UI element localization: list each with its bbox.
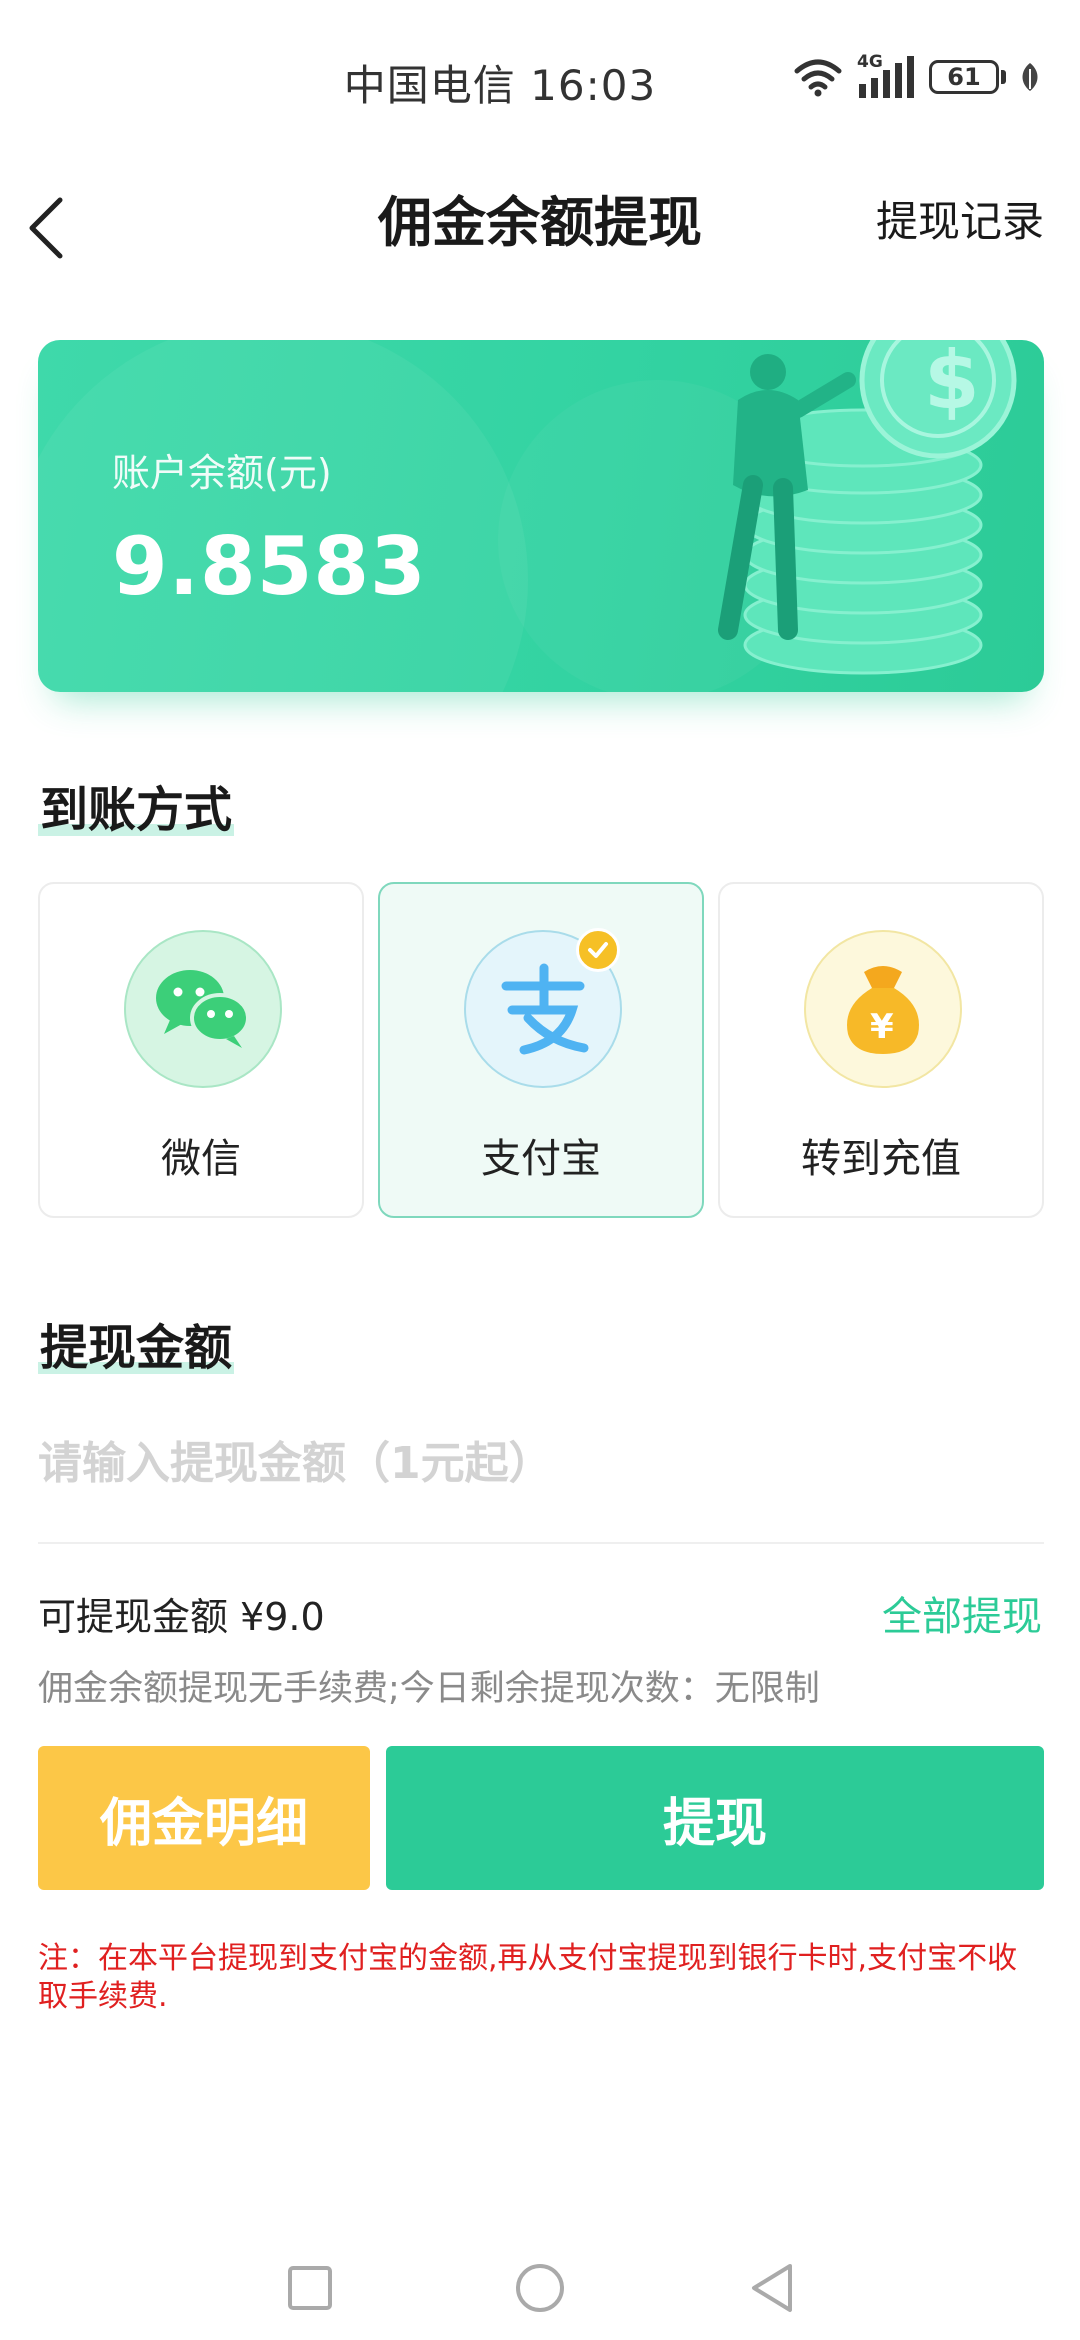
svg-text:$: $ xyxy=(924,340,980,427)
battery-level: 61 xyxy=(947,63,981,91)
status-icons: 4G 61 xyxy=(793,52,1040,100)
balance-card: $ 账户余额(元) 9.8583 xyxy=(38,340,1044,692)
methods-title: 到账方式 xyxy=(38,770,235,840)
withdraw-all-link[interactable]: 全部提现 xyxy=(882,1584,1042,1642)
svg-text:¥: ¥ xyxy=(870,1007,894,1047)
commission-detail-button[interactable]: 佣金明细 xyxy=(38,1746,370,1890)
cellular-indicator: 4G xyxy=(857,52,915,98)
method-label: 支付宝 xyxy=(481,1136,601,1182)
home-button[interactable] xyxy=(510,2258,570,2318)
status-bar: 中国电信 16:03 4G 61 xyxy=(0,0,1080,150)
fee-note: 佣金余额提现无手续费;今日剩余提现次数：无限制 xyxy=(38,1669,820,1709)
method-recharge[interactable]: ¥ 转到充值 xyxy=(718,882,1044,1218)
method-wechat[interactable]: 微信 xyxy=(38,882,364,1218)
withdraw-button[interactable]: 提现 xyxy=(386,1746,1044,1890)
back-nav-button[interactable] xyxy=(742,2258,802,2318)
leaf-icon xyxy=(1022,63,1038,91)
selected-check-icon xyxy=(576,928,620,972)
notice-text: 注：在本平台提现到支付宝的金额,再从支付宝提现到银行卡时,支付宝不收取手续费. xyxy=(38,1941,1018,2014)
method-label: 微信 xyxy=(161,1136,241,1182)
method-alipay[interactable]: 支付宝 xyxy=(378,882,704,1218)
amount-title: 提现金额 xyxy=(38,1308,235,1378)
circle-icon xyxy=(516,2264,564,2312)
square-icon xyxy=(288,2266,332,2310)
recents-button[interactable] xyxy=(280,2258,340,2318)
balance-label: 账户余额(元) xyxy=(112,451,332,495)
signal-icon xyxy=(859,56,914,98)
triangle-back-icon xyxy=(752,2264,792,2312)
method-label: 转到充值 xyxy=(801,1136,961,1182)
divider xyxy=(38,1542,1044,1544)
balance-value: 9.8583 xyxy=(112,520,427,613)
money-bag-icon: ¥ xyxy=(804,930,962,1088)
wifi-icon xyxy=(794,59,842,97)
available-amount: 可提现金额 ¥9.0 xyxy=(38,1595,325,1639)
chevron-left-icon xyxy=(29,197,63,259)
coins-illustration: $ xyxy=(718,340,1017,675)
battery-indicator: 61 xyxy=(929,60,1006,94)
amount-input[interactable] xyxy=(38,1418,1038,1508)
withdraw-history-link[interactable]: 提现记录 xyxy=(876,192,1044,252)
back-button[interactable] xyxy=(26,188,106,268)
wechat-icon xyxy=(124,930,282,1088)
